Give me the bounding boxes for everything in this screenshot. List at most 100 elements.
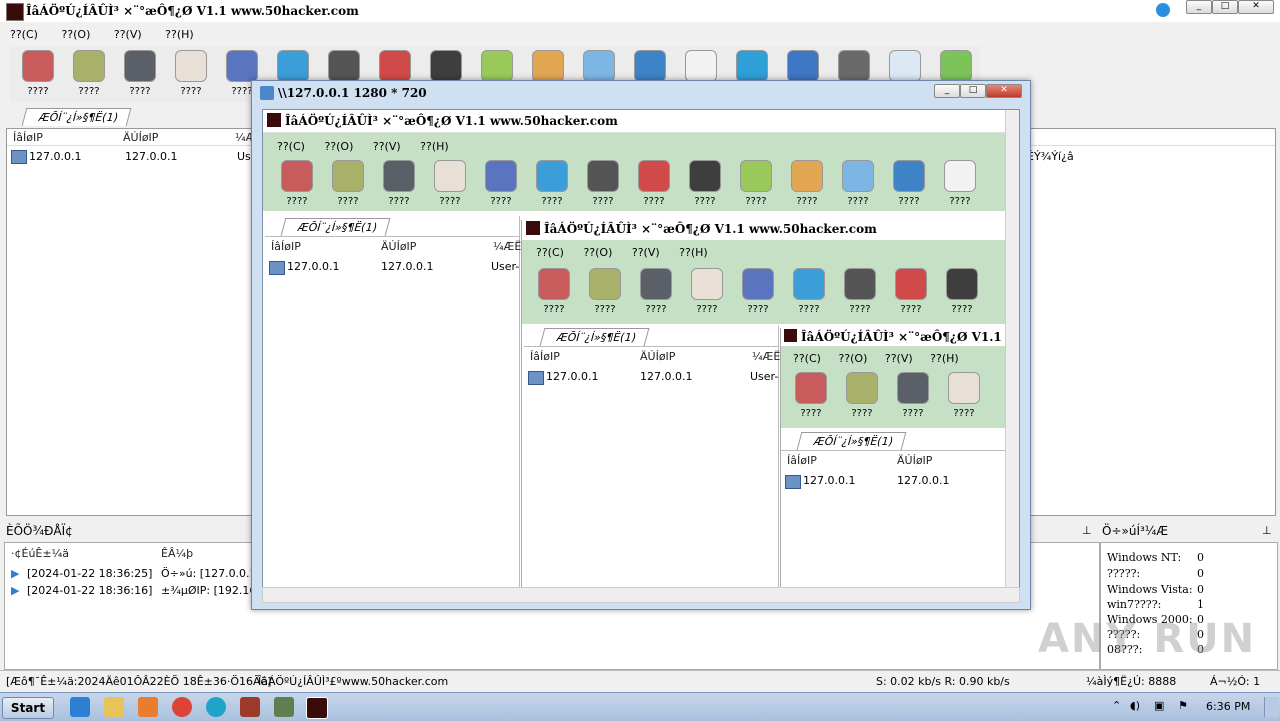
menu-item-o[interactable]: ??(O) [61, 28, 90, 41]
nested-tool-button[interactable]: ???? [940, 160, 980, 207]
nested-tool-button[interactable]: ???? [687, 268, 727, 315]
edge-icon[interactable] [206, 697, 226, 717]
close-button[interactable]: ✕ [1238, 0, 1274, 14]
nested-tool-button[interactable]: ???? [840, 268, 880, 315]
nested-tool-button[interactable]: ???? [379, 160, 419, 207]
volume-icon[interactable]: ◖) [1130, 699, 1140, 712]
nested-menu-item[interactable]: ??(V) [632, 246, 660, 259]
calculator-icon [691, 268, 723, 300]
update-icon[interactable] [1156, 3, 1170, 17]
nested-tool-button[interactable]: ???? [634, 160, 674, 207]
nested-tool-button[interactable]: ???? [787, 160, 827, 207]
nested-tool-button[interactable]: ???? [532, 160, 572, 207]
nested-tool-button[interactable]: ???? [889, 160, 929, 207]
maximize-button[interactable]: □ [1212, 0, 1238, 14]
nested-menu-item[interactable]: ??(H) [679, 246, 708, 259]
nested-column-lan-ip[interactable]: ÄÚÍøIP [381, 240, 416, 253]
tab-normal-clients[interactable]: ÆÕÍ¨¿Í»§¶Ë(1) [21, 108, 132, 126]
nested-tool-button[interactable]: ???? [738, 268, 778, 315]
ie-icon[interactable] [70, 697, 90, 717]
taskbar-clock[interactable]: 6:36 PM [1206, 700, 1250, 713]
status-port: ¼àÌý¶Ë¿Ú: 8888 [1086, 675, 1177, 688]
remote-minimize-button[interactable]: _ [934, 84, 960, 98]
chrome-icon[interactable] [172, 697, 192, 717]
nested-tool-button[interactable]: ???? [583, 160, 623, 207]
nested-toolbar-1: ???? ???? ???? ???? ???? ???? ???? ???? … [277, 160, 1007, 208]
nested-app-icon [526, 221, 540, 235]
nested-app-icon [784, 329, 797, 342]
nested-tool-button[interactable]: ???? [891, 268, 931, 315]
nested-tool-button[interactable]: ???? [893, 372, 933, 419]
show-desktop-button[interactable] [1264, 697, 1279, 717]
tool-terminal-button[interactable]: ???? [120, 50, 160, 97]
media-player-icon[interactable] [138, 697, 158, 717]
nested-tool-button[interactable]: ???? [430, 160, 470, 207]
nested-tool-button[interactable]: ???? [328, 160, 368, 207]
network-app-icon[interactable] [274, 697, 294, 717]
log-pin-icon[interactable]: ⊥ [1082, 524, 1092, 537]
nested-column-wan-ip[interactable]: ÍâÍøIP [530, 350, 560, 363]
nested-tool-button[interactable]: ???? [685, 160, 725, 207]
remote-vertical-scrollbar[interactable] [1005, 110, 1019, 588]
microphone-icon [638, 160, 670, 192]
nested-tool-button[interactable]: ???? [791, 372, 831, 419]
remote-screen-view[interactable]: ÎâÁÖºÚ¿ÍÂÛÌ³ ×¨°æÔ¶¿Ø V1.1 www.50hacker.… [262, 109, 1020, 589]
minimize-button[interactable]: _ [1186, 0, 1212, 14]
network-icon[interactable]: ▣ [1154, 699, 1164, 712]
nested-title-1: ÎâÁÖºÚ¿ÍÂÛÌ³ ×¨°æÔ¶¿Ø V1.1 www.50hacker.… [285, 114, 618, 128]
nested-tab-clients[interactable]: ÆÕÍ¨¿Í»§¶Ë(1) [539, 328, 650, 346]
nested-tool-button[interactable]: ???? [944, 372, 984, 419]
remote-maximize-button[interactable]: □ [960, 84, 986, 98]
flag-icon[interactable]: ⚑ [1178, 699, 1188, 712]
nested-tool-button[interactable]: ???? [636, 268, 676, 315]
menu-item-h[interactable]: ??(H) [165, 28, 194, 41]
nested-tool-button[interactable]: ???? [736, 160, 776, 207]
nested-tool-button[interactable]: ???? [942, 268, 982, 315]
nested-column-lan-ip[interactable]: ÄÚÍøIP [640, 350, 675, 363]
column-wan-ip[interactable]: ÍâÍøIP [13, 131, 43, 144]
winrar-icon[interactable] [240, 697, 260, 717]
nested-menu-item[interactable]: ??(V) [885, 352, 913, 365]
nested-tool-button[interactable]: ???? [277, 160, 317, 207]
menu-item-c[interactable]: ??(C) [10, 28, 38, 41]
nested-tool-button[interactable]: ???? [842, 372, 882, 419]
nested-menu-item[interactable]: ??(O) [838, 352, 867, 365]
microphone-icon [379, 50, 411, 82]
folder-icon[interactable] [104, 697, 124, 717]
remote-horizontal-scrollbar[interactable] [262, 587, 1020, 603]
nested-column-wan-ip[interactable]: ÍâÍøIP [787, 454, 817, 467]
tray-expand-icon[interactable]: ⌃ [1112, 699, 1121, 712]
nested-tool-button[interactable]: ???? [481, 160, 521, 207]
remote-close-button[interactable]: ✕ [986, 84, 1022, 98]
column-time[interactable]: ·¢ÉúÊ±¼ä [11, 547, 69, 560]
terminal-icon [640, 268, 672, 300]
remote-control-app-icon[interactable] [306, 697, 328, 719]
nested-menu-item[interactable]: ??(C) [277, 140, 305, 153]
nested-tab-clients[interactable]: ÆÕÍ¨¿Í»§¶Ë(1) [280, 218, 391, 236]
nested-toolbar-3: ???? ???? ???? ???? [791, 372, 1009, 422]
column-lan-ip[interactable]: ÄÚÍøIP [123, 131, 158, 144]
tool-ipod-button[interactable]: ???? [69, 50, 109, 97]
nested-menu-item[interactable]: ??(H) [420, 140, 449, 153]
nested-tool-button[interactable]: ???? [789, 268, 829, 315]
nested-tab-clients[interactable]: ÆÕÍ¨¿Í»§¶Ë(1) [796, 432, 907, 450]
nested-menu-item[interactable]: ??(O) [583, 246, 612, 259]
tool-calculator-button[interactable]: ???? [171, 50, 211, 97]
tool-dictionary-button[interactable]: ???? [18, 50, 58, 97]
nested-menu-item[interactable]: ??(V) [373, 140, 401, 153]
nested-column-wan-ip[interactable]: ÍâÍøIP [271, 240, 301, 253]
camera-icon [587, 160, 619, 192]
nested-tool-button[interactable]: ???? [534, 268, 574, 315]
nested-menu-item[interactable]: ??(H) [930, 352, 959, 365]
menu-item-v[interactable]: ??(V) [114, 28, 142, 41]
start-button[interactable]: Start [2, 697, 54, 719]
column-event[interactable]: ÊÂ¼þ [161, 547, 193, 560]
nested-row-wan-ip: 127.0.0.1 [287, 260, 340, 273]
nested-tool-button[interactable]: ???? [585, 268, 625, 315]
stats-pin-icon[interactable]: ⊥ [1262, 524, 1272, 537]
nested-column-lan-ip[interactable]: ÄÚÍøIP [897, 454, 932, 467]
nested-menu-item[interactable]: ??(C) [536, 246, 564, 259]
nested-menu-item[interactable]: ??(O) [324, 140, 353, 153]
nested-menu-item[interactable]: ??(C) [793, 352, 821, 365]
nested-tool-button[interactable]: ???? [838, 160, 878, 207]
